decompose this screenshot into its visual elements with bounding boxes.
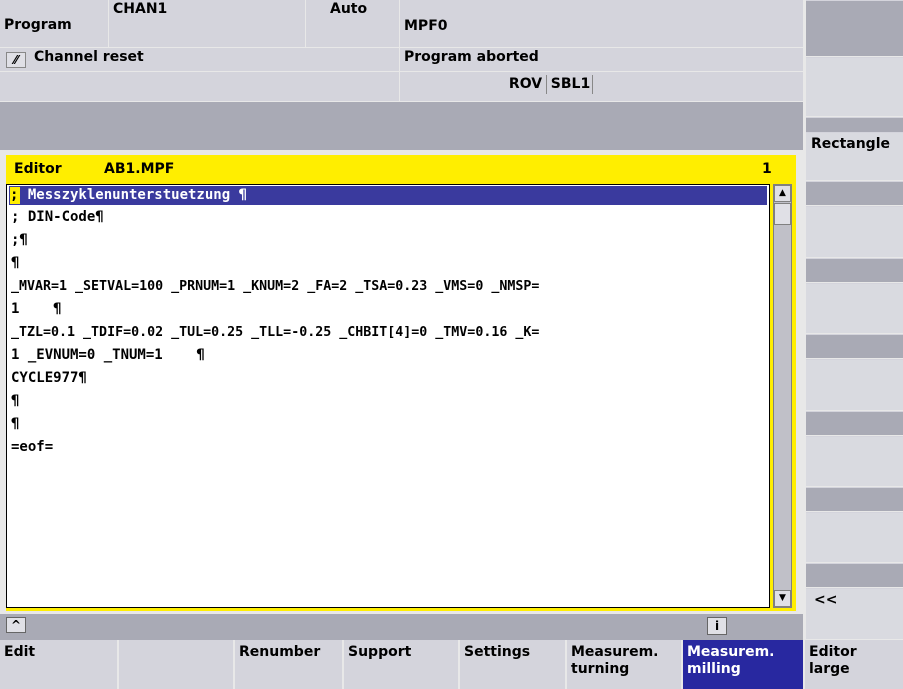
scroll-down-icon[interactable]: ▼	[774, 590, 791, 607]
vsoftkey-10[interactable]	[806, 359, 903, 410]
vsoftkey-15[interactable]	[806, 563, 903, 587]
program-name: MPF0	[400, 0, 803, 47]
code-line-11[interactable]: ¶	[11, 415, 19, 434]
vsoftkey-11[interactable]	[806, 411, 903, 435]
flag-rov: ROV	[505, 75, 547, 94]
code-line-5[interactable]: _MVAR=1 _SETVAL=100 _PRNUM=1 _KNUM=2 _FA…	[11, 277, 539, 296]
recall-caret-button[interactable]: ^	[6, 617, 26, 633]
editor-label: Editor	[14, 161, 62, 177]
vsoftkey-1[interactable]	[806, 0, 903, 56]
vsoftkey-2[interactable]	[806, 57, 903, 116]
measurem-turning-softkey[interactable]: Measurem. turning	[567, 640, 681, 689]
code-line-8[interactable]: 1 _EVNUM=0 _TNUM=1 ¶	[11, 346, 205, 365]
code-line-12[interactable]: =eof=	[11, 438, 53, 457]
editor-large-softkey[interactable]: Editor large	[805, 640, 903, 689]
status-empty	[0, 72, 399, 101]
program-state: Program aborted	[400, 48, 803, 71]
vsoftkey-13[interactable]	[806, 487, 903, 511]
channel-reset-icon: ⁄⁄	[6, 52, 26, 68]
message-line	[0, 102, 803, 150]
support-softkey[interactable]: Support	[344, 640, 458, 689]
settings-softkey[interactable]: Settings	[460, 640, 565, 689]
mode-label: Auto	[306, 0, 399, 47]
editor-line-number: 1	[762, 161, 772, 177]
code-line-1[interactable]: ; Messzyklenunterstuetzung ¶	[11, 186, 247, 205]
program-text-area[interactable]: ; Messzyklenunterstuetzung ¶ ; ; DIN-Cod…	[6, 184, 770, 608]
edit-softkey[interactable]: Edit	[0, 640, 117, 689]
hsoftkey-2[interactable]	[119, 640, 233, 689]
code-line-7[interactable]: _TZL=0.1 _TDIF=0.02 _TUL=0.25 _TLL=-0.25…	[11, 323, 539, 342]
channel-name: CHAN1	[109, 0, 305, 47]
vertical-scrollbar[interactable]: ▲ ▼	[773, 184, 792, 608]
vsoftkey-6[interactable]	[806, 206, 903, 257]
flags-row	[400, 72, 803, 101]
vsoftkey-7[interactable]	[806, 258, 903, 282]
code-line-4[interactable]: ¶	[11, 254, 19, 273]
info-icon[interactable]: i	[707, 617, 727, 635]
code-line-9[interactable]: CYCLE977¶	[11, 369, 87, 388]
measurem-milling-softkey[interactable]: Measurem. milling	[683, 640, 803, 689]
code-line-2[interactable]: ; DIN-Code¶	[11, 208, 104, 227]
scroll-up-icon[interactable]: ▲	[774, 185, 791, 202]
channel-state: Channel reset	[0, 48, 399, 71]
area-label: Program	[0, 0, 108, 47]
renumber-softkey[interactable]: Renumber	[235, 640, 342, 689]
back-softkey[interactable]: <<	[806, 588, 903, 639]
code-line-10[interactable]: ¶	[11, 392, 19, 411]
flag-sbl1: SBL1	[549, 75, 593, 94]
vsoftkey-9[interactable]	[806, 334, 903, 358]
cursor: ;	[10, 187, 20, 204]
code-line-3[interactable]: ;¶	[11, 231, 28, 250]
rectangle-softkey[interactable]: Rectangle	[806, 132, 903, 180]
scroll-thumb[interactable]	[774, 203, 791, 225]
vsoftkey-5[interactable]	[806, 181, 903, 205]
vsoftkey-12[interactable]	[806, 436, 903, 486]
vsoftkey-8[interactable]	[806, 283, 903, 333]
bottom-info-bar	[0, 614, 803, 640]
code-line-6[interactable]: 1 ¶	[11, 300, 62, 319]
editor-file: AB1.MPF	[104, 161, 175, 177]
vsoftkey-14[interactable]	[806, 512, 903, 562]
